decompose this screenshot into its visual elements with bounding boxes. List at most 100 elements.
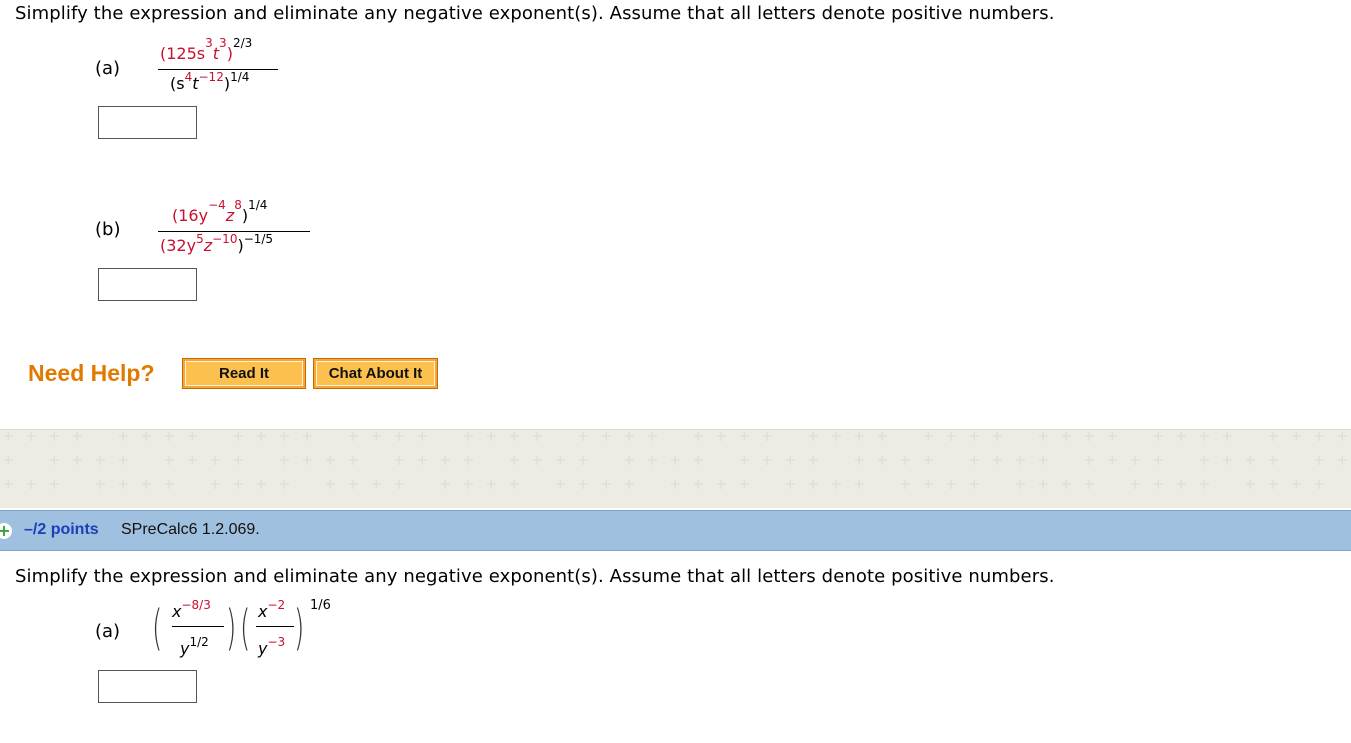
num-base: (16y: [172, 206, 209, 225]
plus-glyph: [740, 432, 749, 441]
answer-input-1a[interactable]: [98, 106, 197, 139]
plus-glyph: [1315, 456, 1324, 465]
plus-glyph: [993, 456, 1002, 465]
plus-glyph: [809, 432, 818, 441]
plus-glyph: [763, 456, 772, 465]
question-separator: [0, 429, 1351, 508]
den-outer-exp: −1/5: [243, 232, 274, 246]
plus-glyph: [602, 480, 611, 489]
plus-glyph: [602, 432, 611, 441]
plus-glyph: [1085, 456, 1094, 465]
plus-glyph: [855, 456, 864, 465]
plus-glyph: [648, 456, 657, 465]
num-exp-t: 3: [219, 36, 227, 50]
plus-glyph: [349, 456, 358, 465]
num-outer-exp: 2/3: [232, 36, 253, 50]
f2-num-exp: −2: [267, 598, 286, 612]
points-label: –/2 points: [24, 521, 99, 538]
answer-input-1b[interactable]: [98, 268, 197, 301]
expand-plus-icon[interactable]: +: [0, 523, 12, 539]
plus-glyph: [280, 432, 289, 441]
plus-glyph: [878, 432, 887, 441]
chat-about-it-button[interactable]: Chat About It: [313, 358, 438, 389]
f1-den-exp: 1/2: [189, 635, 209, 649]
factor1-numerator: x−8/3: [172, 598, 211, 621]
plus-glyph: [257, 480, 266, 489]
read-it-label: Read It: [185, 361, 303, 386]
num-base: (125s: [160, 44, 206, 63]
plus-glyph: [1062, 480, 1071, 489]
plus-glyph: [395, 432, 404, 441]
num-z: z: [225, 206, 235, 225]
plus-glyph: [303, 432, 312, 441]
plus-glyph: [418, 456, 427, 465]
plus-glyph: [694, 432, 703, 441]
plus-glyph: [970, 480, 979, 489]
fraction-a-numerator: (125s3t3)2/3: [160, 36, 252, 63]
den-exp-y: 5: [196, 232, 204, 246]
plus-glyph: [1246, 480, 1255, 489]
plus-glyph: [740, 456, 749, 465]
den-t: t: [192, 74, 199, 93]
plus-glyph: [1177, 432, 1186, 441]
plus-glyph: [234, 456, 243, 465]
fraction-b-denominator: (32y5z−10)−1/5: [160, 232, 273, 255]
plus-glyph: [1131, 456, 1140, 465]
plus-glyph: [349, 432, 358, 441]
plus-glyph: [27, 432, 36, 441]
question-prompt-2: Simplify the expression and eliminate an…: [15, 566, 1055, 587]
factor2-denominator: y−3: [258, 635, 285, 658]
den-exp-z: −10: [212, 232, 238, 246]
need-help-label: Need Help?: [28, 360, 155, 386]
plus-glyph: [970, 456, 979, 465]
plus-glyph: [1269, 480, 1278, 489]
plus-glyph: [625, 456, 634, 465]
plus-glyph: [280, 480, 289, 489]
plus-glyph: [1154, 480, 1163, 489]
plus-glyph: [1154, 432, 1163, 441]
plus-glyph: [1292, 432, 1301, 441]
plus-glyph: [50, 432, 59, 441]
f2-den-exp: −3: [267, 635, 286, 649]
mid-close-paren: ): [226, 600, 237, 656]
read-it-button[interactable]: Read It: [182, 358, 306, 389]
plus-glyph: [947, 480, 956, 489]
plus-glyph: [372, 480, 381, 489]
plus-glyph: [280, 456, 289, 465]
plus-glyph: [27, 480, 36, 489]
num-exp-z: 8: [234, 198, 242, 212]
answer-input-2a[interactable]: [98, 670, 197, 703]
plus-glyph: [924, 432, 933, 441]
plus-glyph: [1085, 432, 1094, 441]
plus-glyph: [855, 480, 864, 489]
mid-open-paren: (: [240, 600, 251, 656]
factor1-bar: [172, 626, 224, 627]
den-exp-s: 4: [184, 70, 193, 84]
plus-glyph: [1131, 480, 1140, 489]
plus-glyph: [579, 456, 588, 465]
fraction-a-denominator: (s4t−12)1/4: [170, 70, 249, 93]
plus-glyph: [487, 480, 496, 489]
plus-glyph: [119, 432, 128, 441]
plus-glyph: [786, 480, 795, 489]
plus-glyph: [73, 432, 82, 441]
plus-glyph: [1016, 456, 1025, 465]
plus-glyph: [694, 456, 703, 465]
part-a-label-2: (a): [95, 621, 121, 642]
plus-glyph: [1177, 480, 1186, 489]
plus-glyph: [395, 480, 404, 489]
plus-glyph: [1338, 456, 1347, 465]
plus-glyph: [96, 456, 105, 465]
plus-glyph: [303, 456, 312, 465]
plus-glyph: [73, 456, 82, 465]
num-exp-s: 3: [205, 36, 213, 50]
plus-glyph: [1223, 432, 1232, 441]
plus-glyph: [119, 480, 128, 489]
plus-glyph: [1292, 480, 1301, 489]
plus-glyph: [625, 432, 634, 441]
plus-glyph: [809, 456, 818, 465]
outer-exponent: 1/6: [310, 598, 331, 613]
factor2-numerator: x−2: [258, 598, 285, 621]
plus-glyph: [1039, 432, 1048, 441]
plus-glyph: [786, 456, 795, 465]
